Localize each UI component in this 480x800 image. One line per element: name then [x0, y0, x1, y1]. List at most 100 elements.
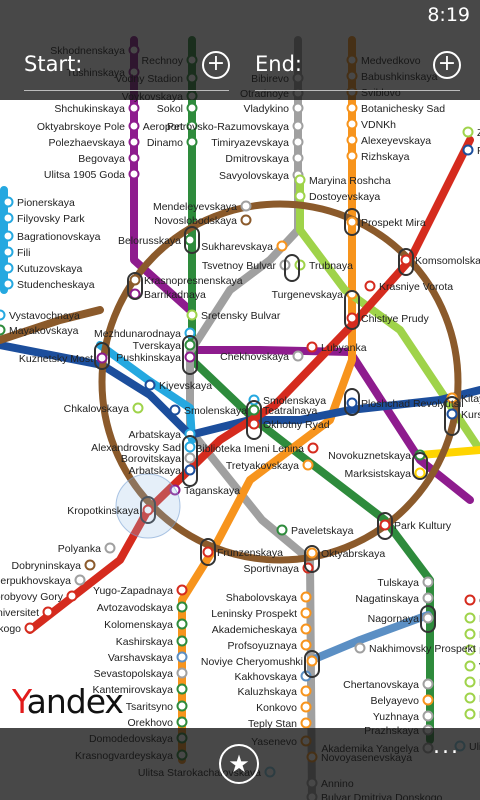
station-label[interactable]: Arbatskaya	[128, 465, 181, 477]
station-dot[interactable]	[414, 467, 426, 479]
station-dot[interactable]	[2, 230, 14, 242]
station-label[interactable]: VDNKh	[361, 119, 396, 131]
station-dot[interactable]	[364, 280, 376, 292]
station-dot[interactable]	[464, 660, 476, 672]
station-dot[interactable]	[306, 547, 318, 559]
station-label[interactable]: Teatralnaya	[263, 405, 317, 417]
station-dot[interactable]	[176, 618, 188, 630]
station-dot[interactable]	[104, 542, 116, 554]
station-dot[interactable]	[446, 408, 458, 420]
station-dot[interactable]	[2, 262, 14, 274]
end-field[interactable]: End: +	[255, 50, 461, 91]
station-label[interactable]: Kiyevskaya	[159, 380, 212, 392]
station-label[interactable]: Prospekt Vernadskogo	[0, 623, 21, 635]
station-dot[interactable]	[184, 464, 196, 476]
station-dot[interactable]	[292, 152, 304, 164]
station-label[interactable]: Tsvetnoy Bulvar	[202, 260, 277, 272]
station-label[interactable]: Alexeyevskaya	[361, 135, 431, 147]
station-label[interactable]: Avtozavodskaya	[97, 602, 173, 614]
station-dot[interactable]	[422, 678, 434, 690]
station-label[interactable]: Kropotkinskaya	[67, 505, 139, 517]
station-dot[interactable]	[346, 134, 358, 146]
station-label[interactable]: Biblioteka Imeni Lenina	[195, 443, 304, 455]
station-dot[interactable]	[464, 612, 476, 624]
station-label[interactable]: Barrikadnaya	[144, 289, 206, 301]
station-dot[interactable]	[0, 324, 6, 336]
station-label[interactable]: Tretyakovskaya	[226, 460, 299, 472]
station-dot[interactable]	[66, 590, 78, 602]
station-label[interactable]: Chekhovskaya	[220, 351, 289, 363]
station-dot[interactable]	[74, 574, 86, 586]
station-label[interactable]: Novokuznetskaya	[328, 450, 411, 462]
station-dot[interactable]	[346, 118, 358, 130]
station-dot[interactable]	[24, 622, 36, 634]
station-label[interactable]: Belyayevo	[371, 695, 420, 707]
station-label[interactable]: Kaluzhskaya	[237, 686, 297, 698]
station-dot[interactable]	[300, 591, 312, 603]
station-label[interactable]: Shabolovskaya	[226, 592, 297, 604]
station-label[interactable]: Tverskaya	[133, 340, 182, 352]
station-label[interactable]: Kuznetsky Most	[19, 353, 93, 365]
station-label[interactable]: Kitay-Gorod	[461, 393, 480, 405]
station-dot[interactable]	[422, 612, 434, 624]
station-dot[interactable]	[144, 379, 156, 391]
station-dot[interactable]	[302, 459, 314, 471]
station-label[interactable]: Tsaritsyno	[126, 701, 173, 713]
station-dot[interactable]	[176, 716, 188, 728]
station-label[interactable]: Leninsky Prospekt	[211, 608, 297, 620]
station-label[interactable]: Belorusskaya	[118, 235, 181, 247]
station-label[interactable]: Krasnopresnenskaya	[144, 275, 243, 287]
station-dot[interactable]	[184, 339, 196, 351]
start-field[interactable]: Start: +	[24, 50, 230, 91]
station-dot[interactable]	[300, 717, 312, 729]
station-label[interactable]: Kutuzovskaya	[17, 263, 83, 275]
station-label[interactable]: Sretensky Bulvar	[201, 310, 281, 322]
station-label[interactable]: Oktyabrskoye Pole	[37, 121, 125, 133]
station-label[interactable]: Petrovsko-Razumovskaya	[167, 121, 289, 133]
station-dot[interactable]	[128, 168, 140, 180]
station-dot[interactable]	[346, 150, 358, 162]
station-label[interactable]: Chertanovskaya	[343, 679, 419, 691]
station-label[interactable]: Polyanka	[58, 543, 101, 555]
station-dot[interactable]	[84, 559, 96, 571]
station-label[interactable]: Mendeleyevskaya	[153, 201, 237, 213]
station-label[interactable]: Marksistskaya	[344, 468, 411, 480]
station-label[interactable]: Chistiye Prudy	[361, 313, 429, 325]
station-dot[interactable]	[300, 607, 312, 619]
station-dot[interactable]	[300, 639, 312, 651]
station-label[interactable]: Bagrationovskaya	[17, 231, 101, 243]
station-label[interactable]: Park Kultury	[394, 520, 452, 532]
station-label[interactable]: Kakhovskaya	[235, 671, 298, 683]
station-dot[interactable]	[186, 309, 198, 321]
station-dot[interactable]	[176, 584, 188, 596]
station-dot[interactable]	[176, 635, 188, 647]
station-dot[interactable]	[128, 120, 140, 132]
station-dot[interactable]	[176, 683, 188, 695]
station-dot[interactable]	[2, 196, 14, 208]
station-dot[interactable]	[346, 216, 358, 228]
station-label[interactable]: Yugo-Zapadnaya	[93, 585, 173, 597]
station-label[interactable]: Nagatinskaya	[355, 593, 419, 605]
station-dot[interactable]	[128, 102, 140, 114]
station-label[interactable]: Kolomenskaya	[104, 619, 173, 631]
station-label[interactable]: Arbatskaya	[128, 429, 181, 441]
station-label[interactable]: Tulskaya	[377, 577, 419, 589]
station-label[interactable]: Lubyanka	[321, 342, 367, 354]
station-dot[interactable]	[129, 274, 141, 286]
station-dot[interactable]	[169, 404, 181, 416]
station-dot[interactable]	[464, 594, 476, 606]
station-label[interactable]: Dostoyevskaya	[309, 191, 380, 203]
station-dot[interactable]	[354, 642, 366, 654]
station-label[interactable]: Pionerskaya	[17, 197, 75, 209]
station-dot[interactable]	[422, 576, 434, 588]
station-label[interactable]: Shchukinskaya	[54, 103, 125, 115]
station-dot[interactable]	[176, 651, 188, 663]
station-label[interactable]: Kurskaya	[461, 409, 480, 421]
station-dot[interactable]	[462, 126, 474, 138]
station-label[interactable]: Turgenevskaya	[272, 289, 344, 301]
station-label[interactable]: Akademicheskaya	[212, 624, 297, 636]
station-dot[interactable]	[0, 309, 6, 321]
station-label[interactable]: Paveletskaya	[291, 525, 354, 537]
station-dot[interactable]	[132, 402, 144, 414]
station-label[interactable]: Komsomolskaya	[415, 255, 480, 267]
